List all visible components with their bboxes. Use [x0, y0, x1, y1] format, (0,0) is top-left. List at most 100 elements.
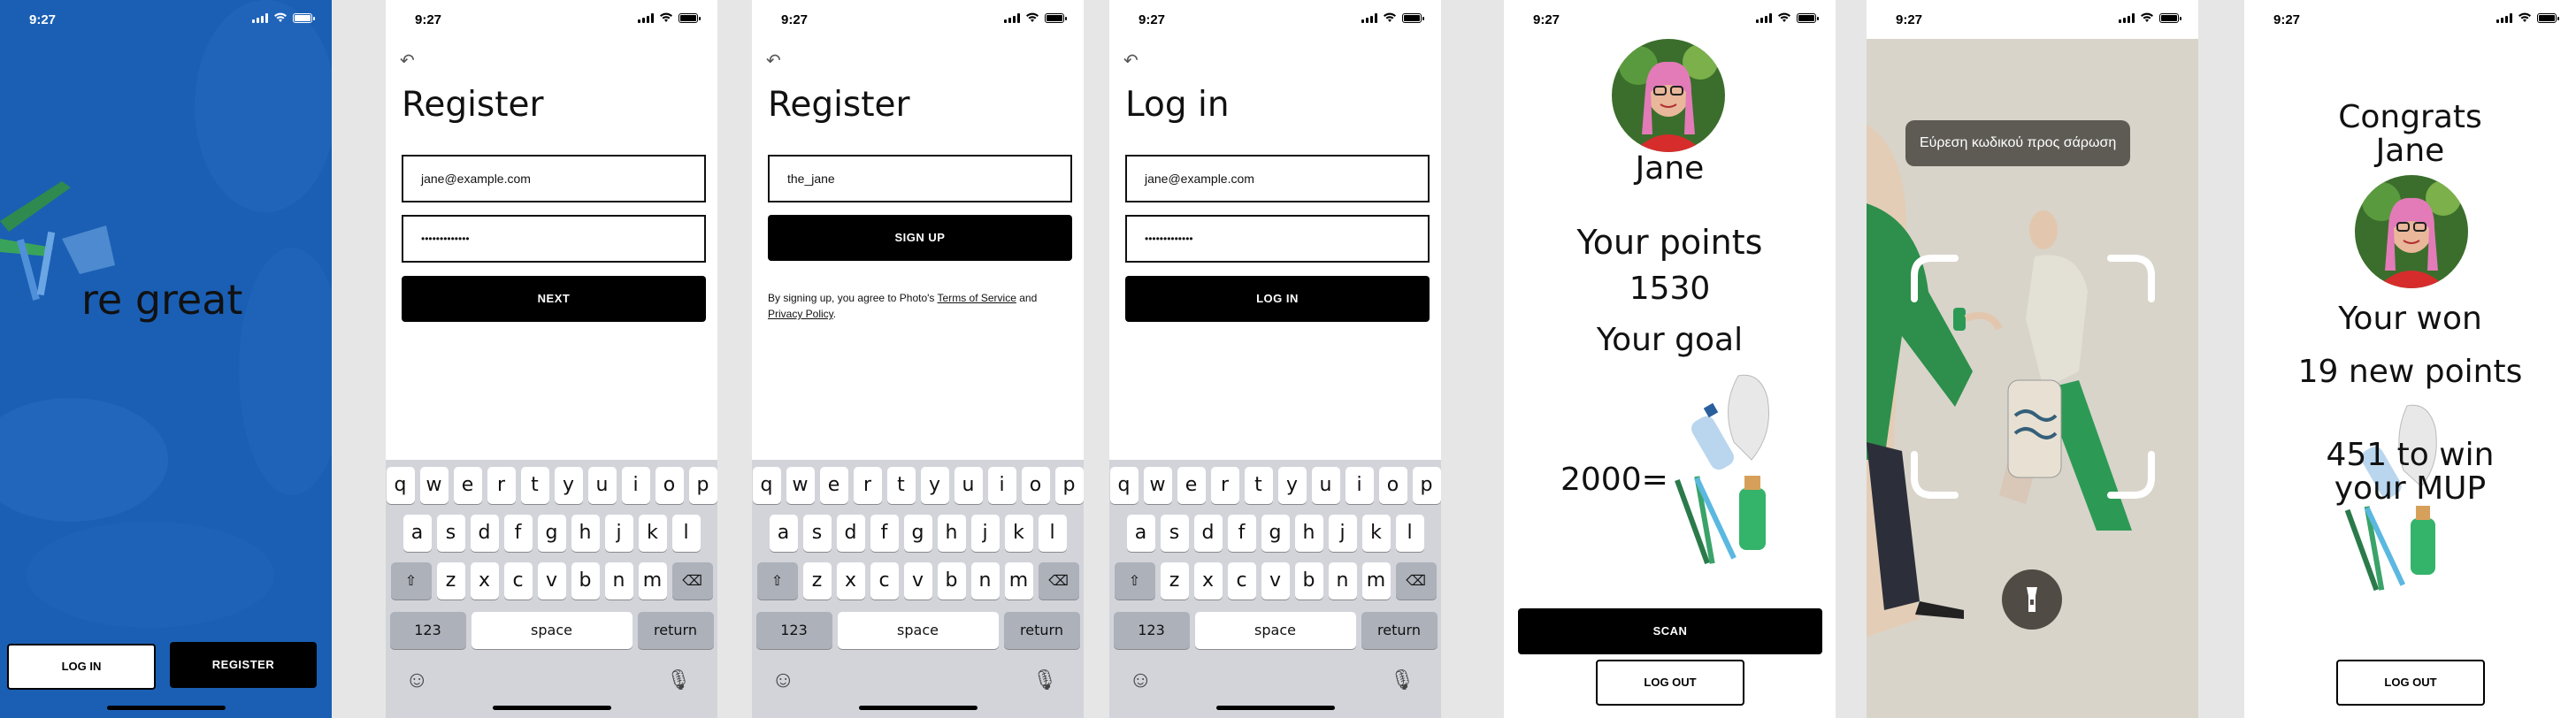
delete-icon[interactable]: ⌫ [1038, 562, 1079, 600]
key-z[interactable]: z [1160, 562, 1189, 600]
key-l[interactable]: l [1395, 515, 1424, 552]
key-n[interactable]: n [604, 562, 633, 600]
key-m[interactable]: m [1004, 562, 1033, 600]
space-key[interactable]: space [1194, 612, 1356, 649]
emoji-icon[interactable]: ☺ [1129, 666, 1153, 693]
key-c[interactable]: c [1227, 562, 1256, 600]
return-key[interactable]: return [1361, 612, 1438, 649]
key-e[interactable]: e [819, 467, 848, 504]
back-icon[interactable]: ↶ [400, 50, 415, 72]
key-h[interactable]: h [937, 515, 966, 552]
key-p[interactable]: p [1412, 467, 1441, 504]
key-u[interactable]: u [1311, 467, 1340, 504]
key-n[interactable]: n [970, 562, 1000, 600]
key-s[interactable]: s [802, 515, 832, 552]
numbers-key[interactable]: 123 [1113, 612, 1190, 649]
key-j[interactable]: j [970, 515, 1000, 552]
return-key[interactable]: return [637, 612, 714, 649]
key-e[interactable]: e [1177, 467, 1206, 504]
numbers-key[interactable]: 123 [389, 612, 466, 649]
key-i[interactable]: i [621, 467, 650, 504]
key-m[interactable]: m [1361, 562, 1391, 600]
key-d[interactable]: d [1193, 515, 1223, 552]
key-u[interactable]: u [587, 467, 617, 504]
key-y[interactable]: y [554, 467, 583, 504]
microphone-icon[interactable]: 🎙︎ [1032, 668, 1057, 691]
key-s[interactable]: s [1160, 515, 1189, 552]
space-key[interactable]: space [837, 612, 999, 649]
delete-icon[interactable]: ⌫ [1395, 562, 1437, 600]
shift-icon[interactable]: ⇧ [1114, 562, 1155, 600]
key-j[interactable]: j [1328, 515, 1357, 552]
key-w[interactable]: w [1143, 467, 1172, 504]
key-d[interactable]: d [836, 515, 865, 552]
logout-button[interactable]: LOG OUT [2336, 660, 2485, 706]
back-icon[interactable]: ↶ [766, 50, 781, 72]
key-u[interactable]: u [954, 467, 983, 504]
return-key[interactable]: return [1003, 612, 1080, 649]
shift-icon[interactable]: ⇧ [390, 562, 432, 600]
back-icon[interactable]: ↶ [1123, 50, 1138, 72]
key-f[interactable]: f [870, 515, 899, 552]
login-button[interactable]: LOG IN [7, 644, 156, 690]
scan-button[interactable]: SCAN [1518, 608, 1822, 654]
key-w[interactable]: w [419, 467, 448, 504]
key-k[interactable]: k [1361, 515, 1391, 552]
key-t[interactable]: t [886, 467, 916, 504]
email-field[interactable]: jane@example.com [402, 155, 706, 202]
emoji-icon[interactable]: ☺ [405, 666, 429, 693]
microphone-icon[interactable]: 🎙︎ [666, 668, 691, 691]
key-q[interactable]: q [1109, 467, 1138, 504]
key-r[interactable]: r [1210, 467, 1239, 504]
key-b[interactable]: b [571, 562, 600, 600]
key-g[interactable]: g [537, 515, 566, 552]
key-d[interactable]: d [470, 515, 499, 552]
key-i[interactable]: i [1345, 467, 1374, 504]
key-o[interactable]: o [655, 467, 684, 504]
key-f[interactable]: f [503, 515, 533, 552]
key-c[interactable]: c [503, 562, 533, 600]
key-z[interactable]: z [436, 562, 465, 600]
key-y[interactable]: y [920, 467, 949, 504]
privacy-policy-link[interactable]: Privacy Policy [768, 308, 833, 320]
key-y[interactable]: y [1277, 467, 1307, 504]
emoji-icon[interactable]: ☺ [771, 666, 795, 693]
key-l[interactable]: l [1038, 515, 1067, 552]
register-button[interactable]: REGISTER [170, 642, 317, 688]
key-g[interactable]: g [1261, 515, 1290, 552]
key-n[interactable]: n [1328, 562, 1357, 600]
key-h[interactable]: h [571, 515, 600, 552]
key-j[interactable]: j [604, 515, 633, 552]
password-field[interactable]: ••••••••••••• [1125, 215, 1430, 263]
key-w[interactable]: w [786, 467, 815, 504]
numbers-key[interactable]: 123 [755, 612, 832, 649]
key-x[interactable]: x [1193, 562, 1223, 600]
key-h[interactable]: h [1294, 515, 1323, 552]
key-m[interactable]: m [638, 562, 667, 600]
signup-button[interactable]: SIGN UP [768, 215, 1072, 261]
shift-icon[interactable]: ⇧ [756, 562, 798, 600]
microphone-icon[interactable]: 🎙︎ [1390, 668, 1414, 691]
key-c[interactable]: c [870, 562, 899, 600]
key-q[interactable]: q [752, 467, 781, 504]
key-f[interactable]: f [1227, 515, 1256, 552]
space-key[interactable]: space [471, 612, 632, 649]
key-r[interactable]: r [487, 467, 516, 504]
key-z[interactable]: z [802, 562, 832, 600]
key-k[interactable]: k [1004, 515, 1033, 552]
key-v[interactable]: v [537, 562, 566, 600]
key-r[interactable]: r [853, 467, 882, 504]
key-g[interactable]: g [903, 515, 932, 552]
key-a[interactable]: a [402, 515, 432, 552]
key-l[interactable]: l [671, 515, 701, 552]
key-t[interactable]: t [520, 467, 549, 504]
key-e[interactable]: e [453, 467, 482, 504]
next-button[interactable]: NEXT [402, 276, 706, 322]
key-x[interactable]: x [836, 562, 865, 600]
key-b[interactable]: b [937, 562, 966, 600]
login-button[interactable]: LOG IN [1125, 276, 1430, 322]
key-t[interactable]: t [1244, 467, 1273, 504]
terms-of-service-link[interactable]: Terms of Service [938, 292, 1016, 304]
key-o[interactable]: o [1378, 467, 1407, 504]
password-field[interactable]: ••••••••••••• [402, 215, 706, 263]
